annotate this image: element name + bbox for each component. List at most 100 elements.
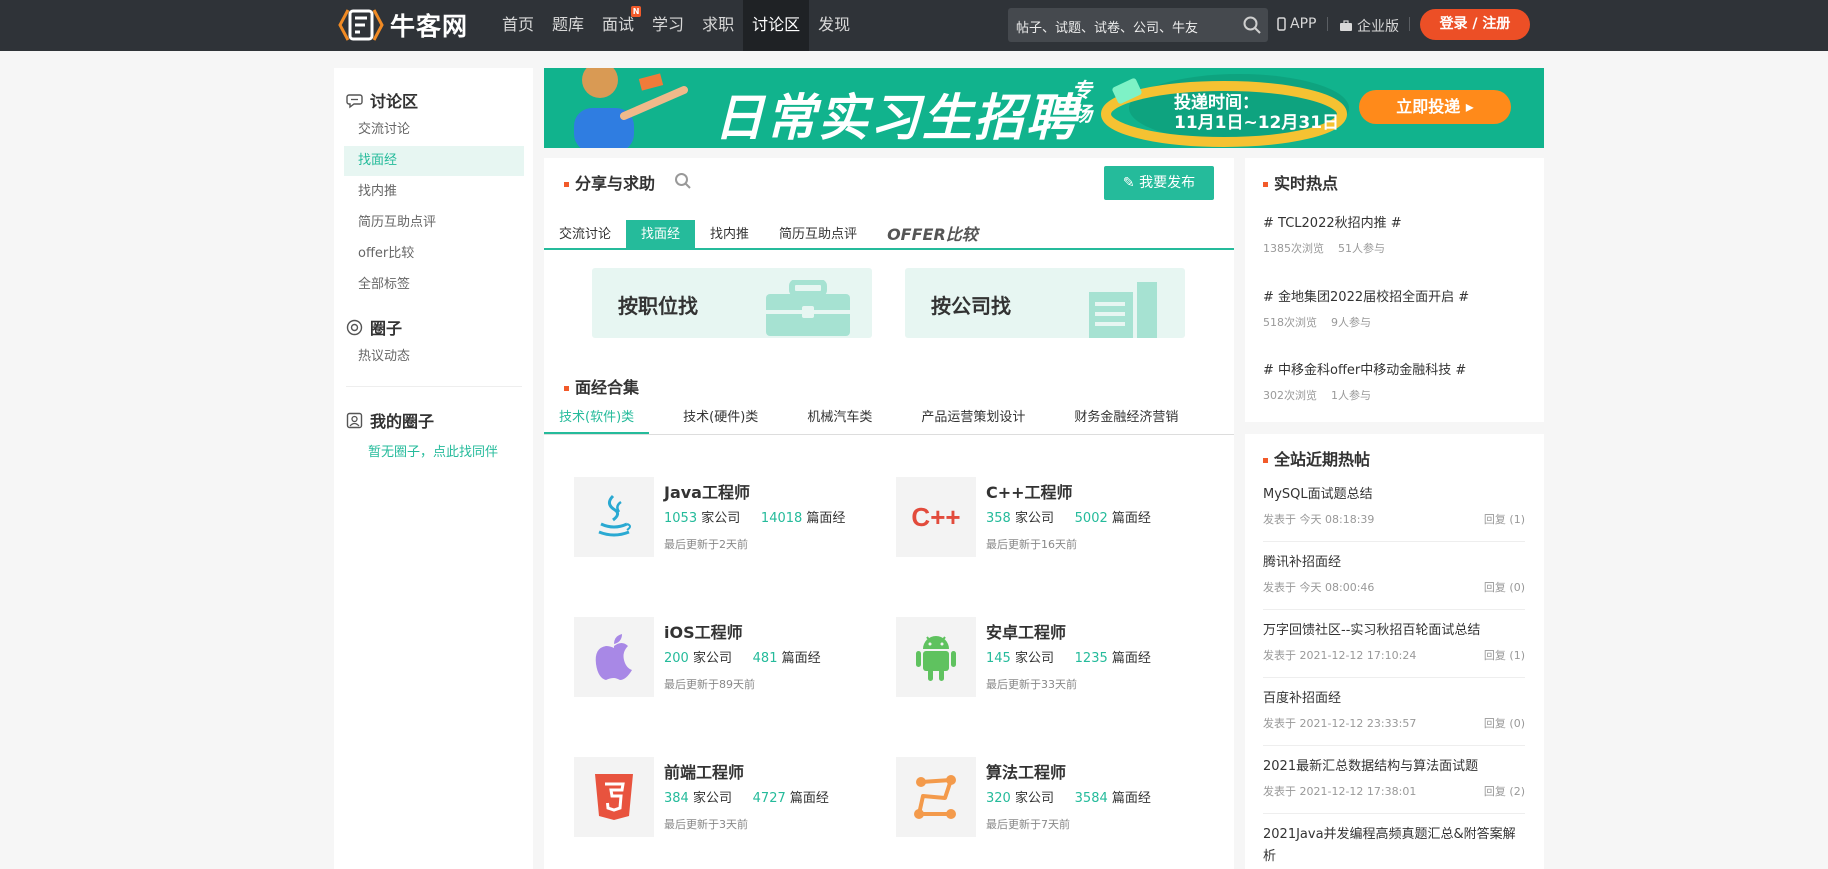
nav-item-discover[interactable]: 发现: [809, 0, 859, 51]
nav-item-question-bank[interactable]: 题库: [543, 0, 593, 51]
company-count: 358: [986, 511, 1011, 526]
job-card-java[interactable]: Java工程师 1053 家公司 14018 篇面经 最后更新于2天前: [574, 477, 874, 557]
nav-label: 发现: [818, 15, 851, 34]
briefcase-icon: [1340, 20, 1352, 31]
nav-item-jobs[interactable]: 求职: [693, 0, 743, 51]
collection-title-text: 面经合集: [575, 378, 640, 397]
category-tab-product-design[interactable]: 产品运营策划设计: [906, 406, 1040, 434]
view-count: 302次浏览: [1263, 389, 1317, 402]
hot-post-item[interactable]: 万字回馈社区--实习秋招百轮面试总结 发表于 2021-12-12 17:10:…: [1263, 620, 1525, 678]
nav-item-learn[interactable]: 学习: [643, 0, 693, 51]
category-tab-mechanical[interactable]: 机械汽车类: [792, 406, 887, 434]
hot-topic-item[interactable]: # TCL2022秋招内推 # 1385次浏览 51人参与: [1263, 212, 1533, 256]
sidebar-item-hot-topics[interactable]: 热议动态: [344, 342, 524, 372]
sidebar-item-resume-review[interactable]: 简历互助点评: [344, 208, 524, 238]
job-name: 算法工程师: [986, 763, 1067, 782]
job-updated: 最后更新于89天前: [664, 678, 755, 691]
article-unit: 篇面经: [1111, 791, 1151, 806]
category-tab-finance[interactable]: 财务金融经济营销: [1059, 406, 1193, 434]
company-count: 384: [664, 791, 689, 806]
find-by-position-label: 按职位找: [618, 294, 698, 318]
cpp-icon: C++: [896, 477, 976, 557]
publish-button[interactable]: ✎ 我要发布: [1104, 166, 1214, 200]
sidebar-item-referral[interactable]: 找内推: [344, 177, 524, 207]
post-time: 发表于 2021-12-12 17:10:24: [1263, 649, 1417, 662]
post-meta: 发表于 2021-12-12 23:33:57 回复 (0): [1263, 715, 1525, 731]
find-by-position-card[interactable]: 按职位找: [592, 268, 872, 338]
search-icon[interactable]: [674, 172, 692, 190]
sidebar-item-all-tags[interactable]: 全部标签: [344, 270, 524, 300]
section-tabs: 交流讨论 找面经 找内推 简历互助点评 OFFER比较: [544, 220, 1234, 250]
article-count: 3584: [1074, 791, 1108, 806]
find-by-company-card[interactable]: 按公司找: [905, 268, 1185, 338]
category-tab-hardware[interactable]: 技术(硬件)类: [668, 406, 773, 434]
hot-post-item[interactable]: MySQL面试题总结 发表于 今天 08:18:39 回复 (1): [1263, 484, 1525, 542]
job-card-frontend[interactable]: 前端工程师 384 家公司 4727 篇面经 最后更新于3天前: [574, 757, 874, 837]
view-count: 1385次浏览: [1263, 242, 1324, 255]
site-logo[interactable]: 牛客网: [338, 5, 468, 45]
tab-interview-experience[interactable]: 找面经: [626, 220, 696, 250]
app-link[interactable]: APP: [1277, 16, 1316, 32]
hot-post-item[interactable]: 百度补招面经 发表于 2021-12-12 23:33:57 回复 (0): [1263, 688, 1525, 746]
search-input[interactable]: 帖子、试题、试卷、公司、牛友: [1008, 8, 1268, 42]
sidebar-item-offer-compare[interactable]: offer比较: [344, 239, 524, 269]
apply-now-button[interactable]: 立即投递 ▸: [1359, 90, 1511, 124]
job-card-algorithm[interactable]: 算法工程师 320 家公司 3584 篇面经 最后更新于7天前: [896, 757, 1196, 837]
hot-post-item[interactable]: 2021Java并发编程高频真题汇总&附答案解析: [1263, 824, 1525, 869]
reply-count: 回复 (1): [1483, 513, 1525, 526]
tab-resume-review[interactable]: 简历互助点评: [764, 220, 872, 250]
reply-count: 回复 (1): [1483, 649, 1525, 662]
divider: [1409, 17, 1410, 31]
enterprise-link[interactable]: 企业版: [1339, 16, 1399, 36]
hot-topic-item[interactable]: # 金地集团2022届校招全面开启 # 518次浏览 9人参与: [1263, 286, 1533, 330]
post-meta: 发表于 今天 08:00:46 回复 (0): [1263, 579, 1525, 595]
tab-discussion[interactable]: 交流讨论: [544, 220, 626, 250]
search-icon[interactable]: [1242, 15, 1262, 35]
find-circle-link[interactable]: 暂无圈子，点此找同伴: [368, 441, 498, 460]
job-card-cpp[interactable]: C++ C++工程师 358 家公司 5002 篇面经 最后更新于16天前: [896, 477, 1196, 557]
nav-label: 学习: [652, 15, 685, 34]
job-name: Java工程师: [664, 483, 750, 502]
job-card-ios[interactable]: iOS工程师 200 家公司 481 篇面经 最后更新于89天前: [574, 617, 874, 697]
post-time: 发表于 2021-12-12 23:33:57: [1263, 717, 1417, 730]
hot-post-item[interactable]: 腾讯补招面经 发表于 今天 08:00:46 回复 (0): [1263, 552, 1525, 610]
article-unit: 篇面经: [789, 791, 829, 806]
sidebar-item-discussion[interactable]: 交流讨论: [344, 115, 524, 145]
main-panel: 分享与求助 ✎ 我要发布 交流讨论 找面经 找内推 简历互助点评 OFFER比较…: [544, 158, 1234, 869]
tab-referral[interactable]: 找内推: [695, 220, 764, 250]
nav-item-interview[interactable]: 面试 N: [593, 0, 643, 51]
section-label: 圈子: [370, 319, 403, 338]
promo-banner[interactable]: 日常实习生招聘 专场 投递时间： 11月1日~12月31日 立即投递 ▸: [544, 68, 1544, 148]
nav-label: 题库: [552, 15, 585, 34]
circle-section-title: 圈子: [346, 315, 402, 339]
hot-topic-item[interactable]: # 中移金科offer中移动金融科技 # 302次浏览 1人参与: [1263, 359, 1533, 403]
hot-now-title: 实时热点: [1263, 170, 1338, 194]
category-tab-software[interactable]: 技术(软件)类: [544, 406, 650, 434]
logo-text: 牛客网: [390, 12, 469, 41]
phone-icon: [1277, 17, 1286, 31]
page-title: 分享与求助: [564, 170, 655, 194]
job-updated: 最后更新于33天前: [986, 678, 1077, 691]
job-updated: 最后更新于2天前: [664, 538, 748, 551]
nav-item-home[interactable]: 首页: [493, 0, 543, 51]
job-name: 安卓工程师: [986, 623, 1067, 642]
company-unit: 家公司: [701, 511, 741, 526]
discussion-section-title: 讨论区: [346, 88, 418, 112]
nav-item-discussion[interactable]: 讨论区: [743, 0, 810, 51]
pencil-icon: ✎: [1122, 175, 1140, 191]
article-unit: 篇面经: [806, 511, 846, 526]
sidebar-item-interview-experience[interactable]: 找面经: [344, 146, 524, 176]
job-card-android[interactable]: 安卓工程师 145 家公司 1235 篇面经 最后更新于33天前: [896, 617, 1196, 697]
post-time: 发表于 今天 08:18:39: [1263, 513, 1375, 526]
section-label: 我的圈子: [370, 412, 435, 431]
login-button[interactable]: 登录 / 注册: [1420, 9, 1530, 40]
my-circle-section-title: 我的圈子: [346, 408, 434, 432]
page-title-text: 分享与求助: [575, 174, 656, 193]
hot-post-item[interactable]: 2021最新汇总数据结构与算法面试题 发表于 2021-12-12 17:38:…: [1263, 756, 1525, 814]
banner-title: 日常实习生招聘: [714, 89, 1078, 147]
tab-offer-compare[interactable]: OFFER比较: [872, 220, 993, 250]
participant-count: 51人参与: [1338, 242, 1385, 255]
job-stats: 320 家公司 3584 篇面经: [986, 787, 1151, 806]
java-icon: [574, 477, 654, 557]
hot-topic-name: # TCL2022秋招内推 #: [1263, 216, 1402, 231]
